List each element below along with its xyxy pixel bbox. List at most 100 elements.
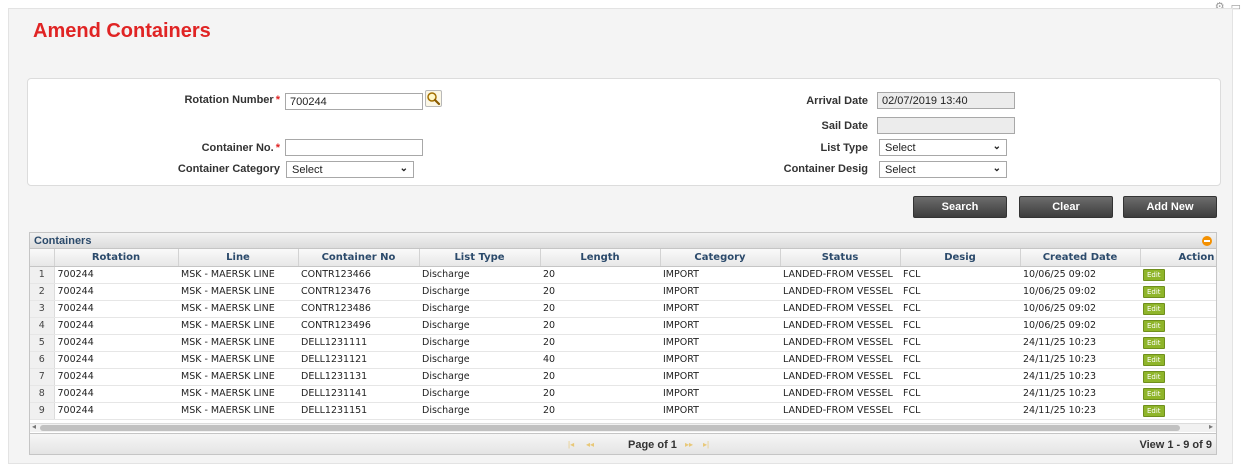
edit-button[interactable]: Edit bbox=[1143, 387, 1165, 400]
table-row[interactable]: 6 700244 MSK - MAERSK LINE DELL1231121 Disch… bbox=[30, 351, 1216, 369]
cell-container-no: DELL1231111 bbox=[298, 334, 419, 352]
table-row[interactable]: 3 700244 MSK - MAERSK LINE CONTR123486 Disch… bbox=[30, 300, 1216, 318]
col-header-desig[interactable]: Desig bbox=[900, 249, 1021, 267]
scroll-right-icon[interactable]: ▸ bbox=[1209, 422, 1213, 431]
col-header-container-no[interactable]: Container No bbox=[298, 249, 420, 267]
cell-container-no: CONTR123466 bbox=[298, 266, 419, 284]
cell-action: Edit bbox=[1140, 385, 1216, 403]
edit-button[interactable]: Edit bbox=[1143, 319, 1165, 332]
cell-action: Edit bbox=[1140, 317, 1216, 335]
cell-list-type: Discharge bbox=[419, 334, 540, 352]
magnifier-icon[interactable] bbox=[425, 90, 442, 107]
collapse-icon[interactable] bbox=[1202, 236, 1212, 246]
cell-status: LANDED-FROM VESSEL bbox=[780, 317, 900, 335]
arrival-date-label: Arrival Date bbox=[806, 95, 868, 107]
prev-page-icon[interactable]: ◂◂ bbox=[586, 440, 594, 449]
cell-rotation: 700244 bbox=[54, 317, 178, 335]
edit-button[interactable]: Edit bbox=[1143, 285, 1165, 298]
list-type-select[interactable]: Select ⌄ bbox=[879, 139, 1007, 156]
container-desig-label: Container Desig bbox=[783, 163, 868, 175]
first-page-icon[interactable]: |◂ bbox=[568, 440, 574, 449]
cell-list-type: Discharge bbox=[419, 283, 540, 301]
arrival-date-field: 02/07/2019 13:40 bbox=[877, 92, 1015, 109]
grid-pager: |◂ ◂◂ Page of 1 ▸▸ ▸| View 1 - 9 of 9 bbox=[30, 433, 1216, 454]
cell-status: LANDED-FROM VESSEL bbox=[780, 351, 900, 369]
rotation-number-input[interactable]: 700244 bbox=[285, 93, 423, 110]
table-row[interactable]: 2 700244 MSK - MAERSK LINE CONTR123476 Disch… bbox=[30, 283, 1216, 301]
cell-status: LANDED-FROM VESSEL bbox=[780, 385, 900, 403]
clear-button[interactable]: Clear bbox=[1019, 196, 1113, 218]
col-header-rotation[interactable]: Rotation bbox=[54, 249, 179, 267]
cell-rotation: 700244 bbox=[54, 283, 178, 301]
col-header-status[interactable]: Status bbox=[780, 249, 901, 267]
container-no-label: Container No. * bbox=[201, 142, 280, 154]
header-row: Rotation Line Container No List Type Len… bbox=[30, 249, 1216, 267]
edit-button[interactable]: Edit bbox=[1143, 336, 1165, 349]
row-number: 7 bbox=[30, 368, 55, 386]
cell-desig: FCL bbox=[900, 351, 1020, 369]
table-row[interactable]: 7 700244 MSK - MAERSK LINE DELL1231131 Disch… bbox=[30, 368, 1216, 386]
table-row[interactable]: 8 700244 MSK - MAERSK LINE DELL1231141 Disch… bbox=[30, 385, 1216, 403]
cell-length: 20 bbox=[540, 402, 660, 420]
edit-button[interactable]: Edit bbox=[1143, 404, 1165, 417]
container-desig-select[interactable]: Select ⌄ bbox=[879, 161, 1007, 178]
table-row[interactable]: 5 700244 MSK - MAERSK LINE DELL1231111 Disch… bbox=[30, 334, 1216, 352]
cell-desig: FCL bbox=[900, 368, 1020, 386]
horizontal-scrollbar[interactable]: ◂ ▸ bbox=[30, 422, 1216, 432]
scroll-left-icon[interactable]: ◂ bbox=[32, 422, 36, 431]
cell-created: 24/11/25 10:23 bbox=[1020, 402, 1140, 420]
row-number: 3 bbox=[30, 300, 55, 318]
cell-rotation: 700244 bbox=[54, 300, 178, 318]
rotation-number-label: Rotation Number * bbox=[184, 94, 280, 106]
col-header-list-type[interactable]: List Type bbox=[419, 249, 541, 267]
cell-line: MSK - MAERSK LINE bbox=[178, 402, 298, 420]
col-header-category[interactable]: Category bbox=[660, 249, 781, 267]
cell-line: MSK - MAERSK LINE bbox=[178, 334, 298, 352]
scrollbar-thumb[interactable] bbox=[40, 425, 1180, 431]
edit-button[interactable]: Edit bbox=[1143, 268, 1165, 281]
cell-action: Edit bbox=[1140, 351, 1216, 369]
grid-body: 1 700244 MSK - MAERSK LINE CONTR123466 Disch… bbox=[30, 266, 1216, 420]
chevron-down-icon: ⌄ bbox=[992, 163, 1001, 174]
cell-desig: FCL bbox=[900, 266, 1020, 284]
required-marker: * bbox=[275, 142, 280, 154]
cell-action: Edit bbox=[1140, 368, 1216, 386]
cell-desig: FCL bbox=[900, 283, 1020, 301]
add-new-button[interactable]: Add New bbox=[1123, 196, 1217, 218]
cell-category: IMPORT bbox=[660, 351, 780, 369]
cell-desig: FCL bbox=[900, 402, 1020, 420]
last-page-icon[interactable]: ▸| bbox=[703, 440, 709, 449]
cell-list-type: Discharge bbox=[419, 266, 540, 284]
page-title: Amend Containers bbox=[33, 20, 211, 42]
cell-length: 40 bbox=[540, 351, 660, 369]
container-category-select[interactable]: Select ⌄ bbox=[286, 161, 414, 178]
cell-category: IMPORT bbox=[660, 266, 780, 284]
cell-length: 20 bbox=[540, 368, 660, 386]
table-row[interactable]: 4 700244 MSK - MAERSK LINE CONTR123496 Disch… bbox=[30, 317, 1216, 335]
search-button[interactable]: Search bbox=[913, 196, 1007, 218]
col-header-action[interactable]: Action bbox=[1140, 249, 1216, 267]
cell-list-type: Discharge bbox=[419, 351, 540, 369]
edit-button[interactable]: Edit bbox=[1143, 302, 1165, 315]
next-page-icon[interactable]: ▸▸ bbox=[685, 440, 693, 449]
cell-category: IMPORT bbox=[660, 368, 780, 386]
cell-container-no: CONTR123486 bbox=[298, 300, 419, 318]
edit-button[interactable]: Edit bbox=[1143, 370, 1165, 383]
cell-length: 20 bbox=[540, 317, 660, 335]
edit-button[interactable]: Edit bbox=[1143, 353, 1165, 366]
container-no-input[interactable] bbox=[285, 139, 423, 156]
cell-created: 24/11/25 10:23 bbox=[1020, 368, 1140, 386]
cell-line: MSK - MAERSK LINE bbox=[178, 317, 298, 335]
table-row[interactable]: 9 700244 MSK - MAERSK LINE DELL1231151 Disch… bbox=[30, 402, 1216, 420]
cell-status: LANDED-FROM VESSEL bbox=[780, 300, 900, 318]
col-header-line[interactable]: Line bbox=[178, 249, 299, 267]
cell-list-type: Discharge bbox=[419, 300, 540, 318]
cell-length: 20 bbox=[540, 266, 660, 284]
cell-container-no: DELL1231121 bbox=[298, 351, 419, 369]
col-header-created-date[interactable]: Created Date bbox=[1020, 249, 1141, 267]
cell-desig: FCL bbox=[900, 317, 1020, 335]
col-header-rownum bbox=[30, 249, 55, 267]
cell-category: IMPORT bbox=[660, 402, 780, 420]
col-header-length[interactable]: Length bbox=[540, 249, 661, 267]
table-row[interactable]: 1 700244 MSK - MAERSK LINE CONTR123466 Disch… bbox=[30, 266, 1216, 284]
